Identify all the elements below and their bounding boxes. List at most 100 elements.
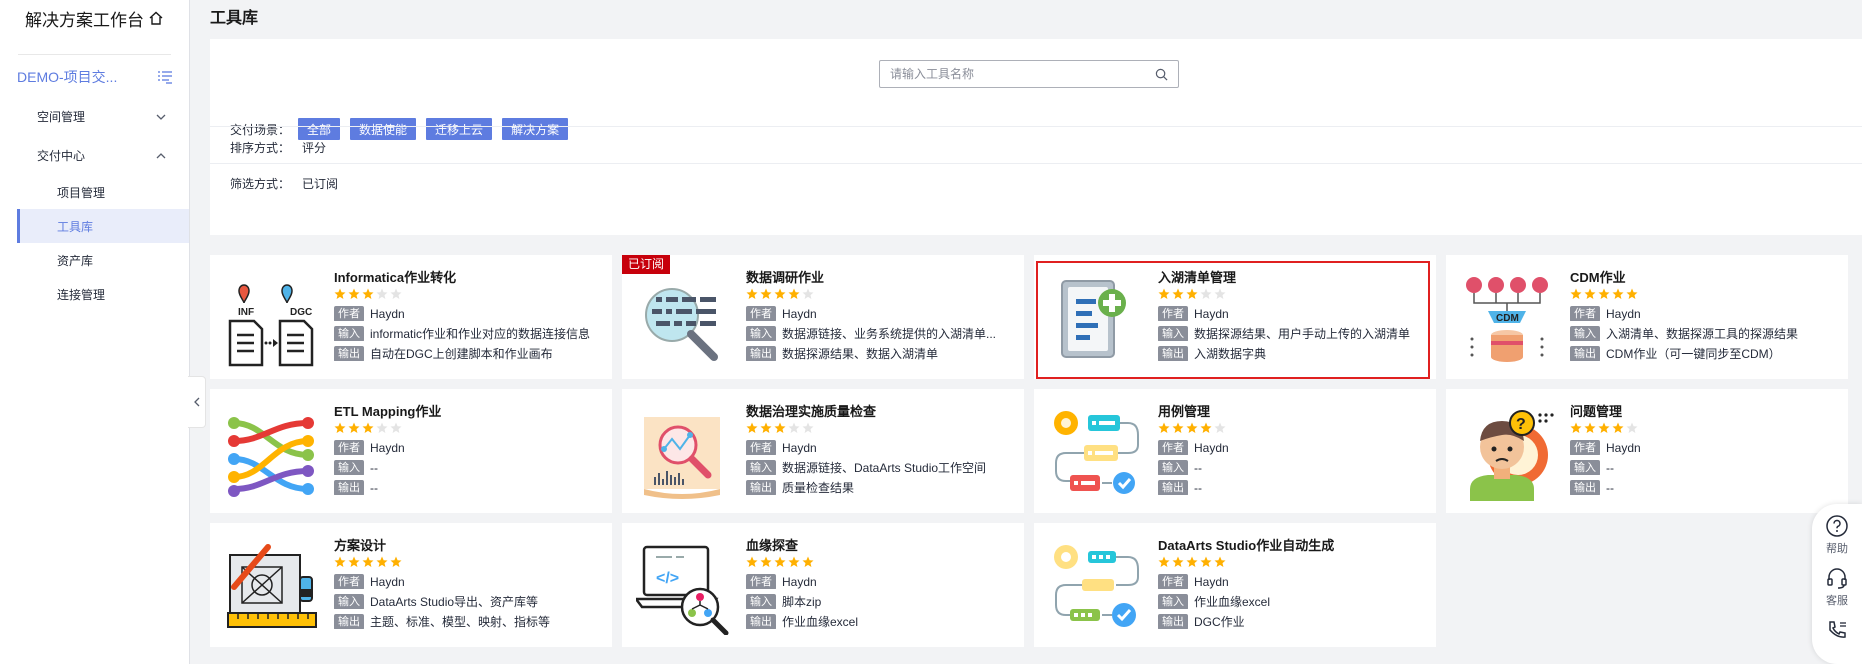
sidebar-group-space[interactable]: 空间管理	[0, 97, 189, 136]
app-title[interactable]: 解决方案工作台	[0, 0, 189, 36]
input-label: 输入	[1158, 594, 1188, 609]
tool-card-body: ETL Mapping作业 作者 Haydn 输入 -- 输出 --	[334, 403, 604, 495]
star-icon	[746, 422, 758, 433]
sidebar-group-delivery[interactable]: 交付中心	[0, 136, 189, 175]
star-icon	[1570, 422, 1582, 433]
output-label: 输出	[1158, 346, 1188, 361]
chevron-down-icon	[156, 114, 166, 120]
tool-card[interactable]: CDM CDM作业 作者 Haydn 输入 入湖清单、数据探源工具的探源结果 输出 CDM作业…	[1446, 255, 1848, 379]
star-icon	[802, 288, 814, 299]
tool-input-row: 输入 数据探源结果、用户手动上传的入湖清单	[1158, 326, 1428, 341]
tool-title[interactable]: 入湖清单管理	[1158, 269, 1428, 287]
tool-input: 数据源链接、DataArts Studio工作空间	[782, 461, 987, 475]
author-label: 作者	[1158, 440, 1188, 455]
sidebar-item-project-management[interactable]: 项目管理	[0, 175, 189, 209]
star-icon	[774, 422, 786, 433]
tool-card-body: CDM作业 作者 Haydn 输入 入湖清单、数据探源工具的探源结果 输出 CDM作业（可一…	[1570, 269, 1840, 361]
search-input[interactable]	[890, 67, 1155, 81]
star-icon	[1598, 422, 1610, 433]
tool-author: Haydn	[782, 440, 817, 455]
search-icon[interactable]	[1155, 68, 1168, 81]
tool-card[interactable]: 用例管理 作者 Haydn 输入 -- 输出 --	[1034, 389, 1436, 513]
tool-title[interactable]: CDM作业	[1570, 269, 1840, 287]
svg-text:DGC: DGC	[290, 307, 312, 318]
star-icon	[802, 556, 814, 567]
tool-title[interactable]: Informatica作业转化	[334, 269, 604, 287]
tool-title[interactable]: 问题管理	[1570, 403, 1840, 421]
tool-card-body: 数据治理实施质量检查 作者 Haydn 输入 数据源链接、DataArts Studio…	[746, 403, 1016, 495]
project-selector[interactable]: DEMO-项目交...	[0, 59, 189, 95]
list-menu-icon[interactable]	[157, 69, 173, 85]
star-icon	[1214, 288, 1226, 299]
tool-card[interactable]: 数据治理实施质量检查 作者 Haydn 输入 数据源链接、DataArts Studio…	[622, 389, 1024, 513]
star-icon	[1172, 422, 1184, 433]
tool-card[interactable]: 方案设计 作者 Haydn 输入 DataArts Studio导出、资产库等 输出 主题、…	[210, 523, 612, 647]
tool-input-row: 输入 --	[334, 460, 604, 475]
tool-card[interactable]: ? 问题管理 作者 Haydn 输入 -- 输出 --	[1446, 389, 1848, 513]
sidebar-item-asset-library[interactable]: 资产库	[0, 243, 189, 277]
input-label: 输入	[746, 460, 776, 475]
search-box[interactable]	[879, 60, 1179, 88]
phone-button[interactable]	[1812, 618, 1862, 644]
cdm-database-icon: CDM	[1460, 271, 1556, 367]
tool-card-body: 问题管理 作者 Haydn 输入 -- 输出 --	[1570, 403, 1840, 495]
scene-tag-solution[interactable]: 解决方案	[502, 118, 569, 140]
star-icon	[362, 288, 374, 299]
tool-card[interactable]: 数据调研作业 作者 Haydn 输入 数据源链接、业务系统提供的入湖清单... 输出 数据探…	[622, 255, 1024, 379]
star-icon	[1584, 288, 1596, 299]
tool-title[interactable]: 方案设计	[334, 537, 604, 555]
output-label: 输出	[1158, 480, 1188, 495]
star-icon	[760, 288, 772, 299]
tool-title[interactable]: 血缘探查	[746, 537, 1016, 555]
tool-author: Haydn	[1606, 306, 1641, 321]
tool-author: Haydn	[1194, 306, 1229, 321]
star-icon	[1598, 288, 1610, 299]
home-icon	[149, 11, 163, 25]
tool-input: --	[1194, 460, 1202, 475]
tool-card[interactable]: DataArts Studio作业自动生成 作者 Haydn 输入 作业血缘excel 输…	[1034, 523, 1436, 647]
author-label: 作者	[1570, 306, 1600, 321]
support-button[interactable]: 客服	[1812, 566, 1862, 608]
tool-title[interactable]: DataArts Studio作业自动生成	[1158, 537, 1428, 555]
rating-stars	[1158, 556, 1428, 569]
help-label: 帮助	[1826, 543, 1848, 555]
tool-card[interactable]: ETL Mapping作业 作者 Haydn 输入 -- 输出 --	[210, 389, 612, 513]
page-title: 工具库	[210, 10, 259, 27]
star-icon	[774, 556, 786, 567]
tool-author: Haydn	[782, 306, 817, 321]
tool-card[interactable]: INF DGC Informatica作业转化 作者 Haydn 输入 informatic…	[210, 255, 612, 379]
svg-text:</>: </>	[656, 570, 679, 587]
tool-output: 作业血缘excel	[782, 615, 859, 629]
star-icon	[334, 422, 346, 433]
filter-value[interactable]: 已订阅	[302, 175, 338, 192]
sidebar-item-connection-management[interactable]: 连接管理	[0, 277, 189, 311]
help-button[interactable]: 帮助	[1812, 514, 1862, 556]
tool-title[interactable]: 用例管理	[1158, 403, 1428, 421]
rating-stars	[1158, 288, 1428, 301]
scene-tag-data-enable[interactable]: 数据使能	[350, 118, 417, 140]
star-icon	[1172, 288, 1184, 299]
etl-mapping-icon	[224, 405, 320, 501]
tool-card[interactable]: </> 血缘探查 作者 Haydn 输入 脚本zip 输出 作业血缘excel	[622, 523, 1024, 647]
tool-card[interactable]: 入湖清单管理 作者 Haydn 输入 数据探源结果、用户手动上传的入湖清单 输出 入湖数据字…	[1034, 255, 1436, 379]
tool-title[interactable]: ETL Mapping作业	[334, 403, 604, 421]
tool-card-body: 入湖清单管理 作者 Haydn 输入 数据探源结果、用户手动上传的入湖清单 输出 入湖数据字…	[1158, 269, 1428, 361]
output-label: 输出	[334, 346, 364, 361]
scene-label: 交付场景：	[230, 122, 291, 137]
star-icon	[1200, 288, 1212, 299]
tool-title[interactable]: 数据治理实施质量检查	[746, 403, 1016, 421]
tool-output-row: 输出 CDM作业（可一键同步至CDM）	[1570, 346, 1840, 361]
scene-tag-cloud-migration[interactable]: 迁移上云	[426, 118, 493, 140]
scene-tag-all[interactable]: 全部	[298, 118, 341, 140]
tool-title[interactable]: 数据调研作业	[746, 269, 1016, 287]
sidebar-collapse-button[interactable]	[188, 376, 206, 428]
tool-output: --	[1194, 480, 1202, 495]
sort-value[interactable]: 评分	[302, 139, 326, 156]
tool-output: --	[1606, 480, 1614, 495]
sidebar-item-tool-library[interactable]: 工具库	[17, 209, 189, 243]
tool-author: Haydn	[370, 440, 405, 455]
chevron-left-icon	[193, 397, 199, 407]
star-icon	[390, 422, 402, 433]
star-icon	[1200, 556, 1212, 567]
sort-row: 排序方式： 评分	[230, 139, 326, 156]
